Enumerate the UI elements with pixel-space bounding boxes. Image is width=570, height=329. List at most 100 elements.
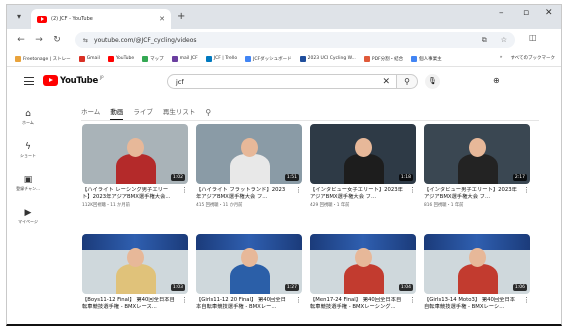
video-card[interactable]: 1:27 【Girls11-12 20 Final】 第40回全日本自転車競技選手… (196, 234, 302, 311)
more-actions-icon[interactable]: ⋮ (523, 297, 530, 304)
bookmark-item[interactable]: PDF分割・結合 (363, 55, 404, 62)
video-card[interactable]: 1:04 【Men17-24 Final】 第40回全日本自転車競技選手権 - B… (310, 234, 416, 311)
bookmark-item[interactable]: mail JCF (171, 55, 198, 62)
youtube-logo[interactable]: YouTube JP (43, 75, 104, 86)
duration-badge: 1:04 (398, 284, 413, 291)
video-thumbnail[interactable]: 1:27 (196, 234, 302, 294)
more-actions-icon[interactable]: ⋮ (409, 187, 416, 194)
more-actions-icon[interactable]: ⋮ (181, 297, 188, 304)
athlete-head (241, 248, 258, 267)
bookmark-favicon-icon (299, 55, 306, 62)
video-thumbnail[interactable]: 1:51 (196, 124, 302, 184)
bookmark-item[interactable]: Gmail (78, 55, 100, 62)
video-title[interactable]: 【インタビュー女子エリート】2023年アジアBMX選手権大会 フ... (310, 187, 404, 201)
site-info-icon[interactable]: ⇆ (83, 37, 88, 44)
video-card[interactable]: 1:03 【Boys11-12 Final】 第40回全日本自転車競技選手権 - … (82, 234, 188, 311)
video-card[interactable]: 1:51 【ハイライト フラットランド】2023年アジアBMX選手権大会 フ...… (196, 124, 302, 208)
reload-icon[interactable]: ↻ (49, 35, 65, 45)
tab-0[interactable]: ホーム (81, 104, 100, 120)
channel-search-icon[interactable]: ⚲ (205, 108, 211, 117)
bookmark-item[interactable]: JCFダッシュボード (245, 55, 292, 62)
bookmark-item[interactable]: 2023 UCI Cycling W... (299, 55, 356, 62)
video-title[interactable]: 【Girls11-12 20 Final】 第40回全日本自転車競技選手権 - … (196, 297, 290, 311)
voice-search-button[interactable]: 🎙 (425, 74, 440, 89)
video-title[interactable]: 【ハイライト レーシング男子エリート】2023年アジアBMX選手権大会... (82, 187, 176, 201)
search-input[interactable]: jcf ✕ (167, 74, 397, 89)
menu-icon[interactable] (24, 77, 34, 85)
duration-badge: 1:03 (170, 284, 185, 291)
tab-3[interactable]: 再生リスト (163, 104, 196, 120)
athlete-head (469, 138, 486, 157)
video-title[interactable]: 【Boys11-12 Final】 第40回全日本自転車競技選手権 - BMXレ… (82, 297, 176, 311)
bookmark-label: YouTube (115, 56, 135, 61)
forward-icon[interactable]: → (31, 35, 47, 45)
maximize-icon[interactable]: ▫ (523, 8, 529, 18)
more-actions-icon[interactable]: ⋮ (295, 187, 302, 194)
bookmark-label: PDF分割・結合 (371, 56, 404, 62)
video-thumbnail[interactable]: 2:17 (424, 124, 530, 184)
video-thumbnail[interactable]: 1:02 (82, 124, 188, 184)
bookmark-star-icon[interactable]: ☆ (501, 36, 507, 44)
video-thumbnail[interactable]: 1:18 (310, 124, 416, 184)
video-thumbnail[interactable]: 1:03 (82, 234, 188, 294)
video-title[interactable]: 【Girls13-14 Moto3】 第40回全日本自転車競技選手権 - BMX… (424, 297, 518, 311)
bookmark-label: Freetonage | ストレー (23, 56, 71, 62)
more-bookmarks-button[interactable]: » (500, 55, 503, 61)
search-button[interactable]: ⚲ (396, 74, 418, 89)
minimize-icon[interactable]: – (499, 8, 504, 18)
more-actions-icon[interactable]: ⋮ (295, 297, 302, 304)
tab-2[interactable]: ライブ (133, 104, 153, 120)
close-window-icon[interactable]: ✕ (545, 8, 553, 18)
browser-tab[interactable]: (2) JCF - YouTube ✕ (31, 9, 171, 29)
youtube-favicon-icon (37, 15, 47, 23)
browser-window: ▾ (2) JCF - YouTube ✕ + – ▫ ✕ ← → ↻ ⇆ yo… (6, 4, 562, 326)
sidebar-item-subscriptions[interactable]: ▣ 登録チャン... (7, 171, 49, 204)
tabs-divider (81, 120, 539, 121)
sidebar-item-home[interactable]: ⌂ ホーム (7, 105, 49, 138)
bookmark-item[interactable]: JCF | Trello (205, 55, 238, 62)
tab-1[interactable]: 動画 (110, 104, 124, 120)
video-thumbnail[interactable]: 1:04 (310, 234, 416, 294)
new-tab-icon[interactable]: + (177, 10, 185, 24)
bookmark-item[interactable]: YouTube (107, 55, 135, 62)
sidebar-item-label: ショート (20, 153, 36, 158)
video-title[interactable]: 【ハイライト フラットランド】2023年アジアBMX選手権大会 フ... (196, 187, 290, 201)
bookmark-label: JCF | Trello (213, 56, 238, 61)
bookmark-item[interactable]: 個人事業主 (411, 55, 442, 62)
athlete-head (241, 138, 258, 157)
bookmark-label: 個人事業主 (419, 56, 442, 62)
bookmark-favicon-icon (107, 55, 114, 62)
more-actions-icon[interactable]: ⋮ (409, 297, 416, 304)
athlete-head (127, 138, 144, 157)
video-card[interactable]: 1:18 【インタビュー女子エリート】2023年アジアBMX選手権大会 フ... 4… (310, 124, 416, 208)
tab-search-icon[interactable]: ▾ (13, 11, 25, 23)
sidebar-item-shorts[interactable]: ϟ ショート (7, 138, 49, 171)
bookmark-item[interactable]: マップ (142, 55, 164, 62)
more-actions-icon[interactable]: ⋮ (523, 187, 530, 194)
clear-search-icon[interactable]: ✕ (382, 77, 390, 87)
more-actions-icon[interactable]: ⋮ (181, 187, 188, 194)
close-tab-icon[interactable]: ✕ (159, 15, 165, 23)
create-video-icon[interactable]: ⊕ (493, 76, 500, 85)
video-card[interactable]: 1:06 【Girls13-14 Moto3】 第40回全日本自転車競技選手権 -… (424, 234, 530, 311)
extensions-icon[interactable]: ◫ (529, 33, 537, 42)
bookmark-favicon-icon (245, 55, 252, 62)
address-bar[interactable]: ⇆ youtube.com/@JCF_cycling/videos ⧉ ☆ (75, 32, 515, 48)
all-bookmarks-button[interactable]: すべてのブックマーク (510, 55, 555, 61)
bookmark-label: Gmail (86, 56, 100, 61)
video-thumbnail[interactable]: 1:06 (424, 234, 530, 294)
video-card[interactable]: 1:02 【ハイライト レーシング男子エリート】2023年アジアBMX選手権大会.… (82, 124, 188, 208)
address-toolbar: ← → ↻ ⇆ youtube.com/@JCF_cycling/videos … (7, 29, 561, 51)
duration-badge: 1:06 (512, 284, 527, 291)
sidebar-item-my-page[interactable]: ▶ マイページ (7, 204, 49, 237)
install-app-icon[interactable]: ⧉ (482, 36, 487, 45)
athlete-figure (230, 154, 270, 184)
bookmark-label: mail JCF (179, 56, 198, 61)
bookmarks-right: » すべてのブックマーク (500, 55, 555, 61)
video-title[interactable]: 【インタビュー男子エリート】2023年アジアBMX選手権大会 フ... (424, 187, 518, 201)
video-title[interactable]: 【Men17-24 Final】 第40回全日本自転車競技選手権 - BMXレー… (310, 297, 404, 311)
back-icon[interactable]: ← (13, 35, 29, 45)
video-card[interactable]: 2:17 【インタビュー男子エリート】2023年アジアBMX選手権大会 フ... 8… (424, 124, 530, 208)
sidebar: ⌂ ホーム ϟ ショート ▣ 登録チャン... ▶ マイページ (7, 105, 49, 237)
bookmark-item[interactable]: Freetonage | ストレー (15, 55, 71, 62)
